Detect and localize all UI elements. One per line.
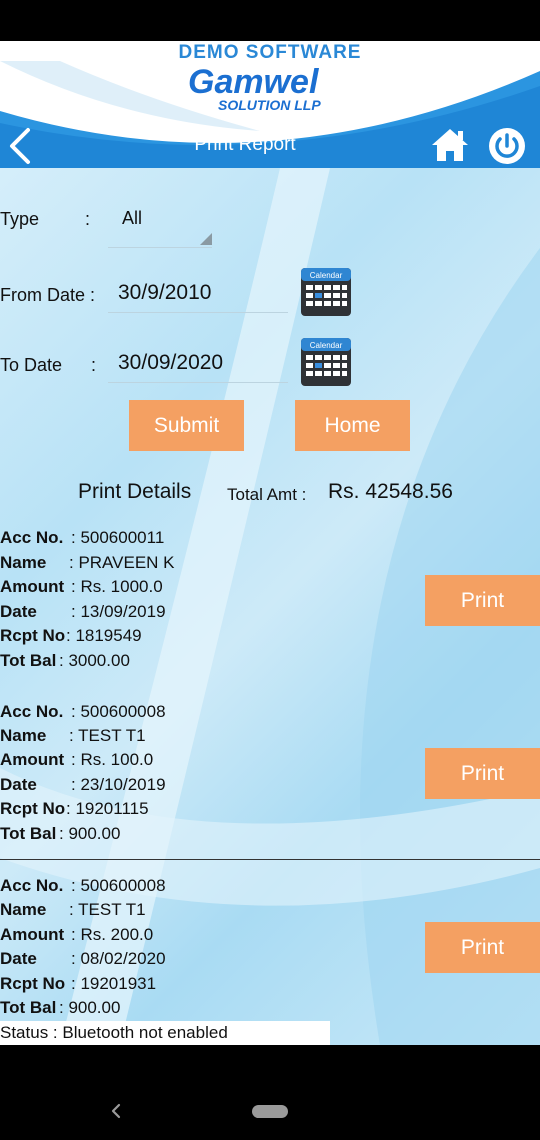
record-acc-row: Acc No. : 500600011 xyxy=(0,528,420,552)
to-calendar-icon[interactable]: Calendar xyxy=(300,336,352,388)
bal-value: : 900.00 xyxy=(59,998,121,1017)
page-title: Print Report xyxy=(194,134,296,155)
app-header: DEMO SOFTWARE Gamwel SOLUTION LLP Print … xyxy=(0,41,540,168)
to-date-label: To Date xyxy=(0,355,63,375)
brand-subtitle: SOLUTION LLP xyxy=(218,97,321,113)
date-key: Date xyxy=(0,949,37,968)
rcpt-key: Rcpt No xyxy=(0,974,66,993)
record-item: Acc No. : 500600008 Name : TEST T1 Amount:… xyxy=(0,876,540,1045)
nav-bar: Print Report xyxy=(0,124,540,168)
name-value: : TEST T1 xyxy=(69,900,146,919)
acc-key: Acc No. xyxy=(0,702,64,721)
acc-key: Acc No. xyxy=(0,876,64,895)
from-calendar-text: Calendar xyxy=(310,271,343,280)
rcpt-value: : 19201115 xyxy=(66,799,149,818)
from-calendar-icon[interactable]: Calendar xyxy=(300,266,352,318)
print-button[interactable]: Print xyxy=(425,748,540,799)
record-rcpt-row: Rcpt No : 19201931 xyxy=(0,974,420,998)
print-button[interactable]: Print xyxy=(425,922,540,973)
type-select[interactable]: All xyxy=(108,203,212,248)
brand-tagline: DEMO SOFTWARE xyxy=(178,42,362,63)
from-date-label: From Date : xyxy=(0,285,96,305)
from-date-field[interactable]: 30/9/2010 xyxy=(108,272,288,313)
home-icon[interactable] xyxy=(430,126,470,164)
record-date-row: Date : 23/10/2019 xyxy=(0,775,420,799)
type-select-value: All xyxy=(122,208,143,228)
to-date-value: 30/09/2020 xyxy=(118,351,224,374)
record-acc-row: Acc No. : 500600008 xyxy=(0,876,420,900)
record-divider xyxy=(0,859,540,860)
date-value: : 23/10/2019 xyxy=(71,775,166,794)
amount-value: : Rs. 100.0 xyxy=(71,750,154,769)
record-date-row: Date : 08/02/2020 xyxy=(0,949,420,973)
record-name-row: Name : TEST T1 xyxy=(0,726,420,750)
rcpt-value: : 1819549 xyxy=(66,626,142,645)
acc-key: Acc No. xyxy=(0,528,64,547)
amount-key: Amount xyxy=(0,925,65,944)
record-amount-row: Amount : Rs. 100.0 xyxy=(0,750,420,774)
system-navigation-bar xyxy=(0,1045,540,1140)
amount-key: Amount xyxy=(0,750,65,769)
dropdown-triangle-icon xyxy=(200,233,212,245)
system-status-bar xyxy=(0,0,540,41)
record-bal-row: Tot Bal: 900.00 xyxy=(0,998,420,1022)
bal-key: Tot Bal xyxy=(0,998,57,1017)
rcpt-key: Rcpt No xyxy=(0,626,66,645)
record-bal-row: Tot Bal: 3000.00 xyxy=(0,651,420,675)
amount-key: Amount xyxy=(0,577,65,596)
rcpt-key: Rcpt No xyxy=(0,799,66,818)
record-amount-row: Amount : Rs. 1000.0 xyxy=(0,577,420,601)
status-message: Status : Bluetooth not enabled xyxy=(0,1021,330,1045)
type-label: Type xyxy=(0,209,40,229)
amount-value: : Rs. 200.0 xyxy=(71,925,154,944)
date-key: Date xyxy=(0,775,37,794)
bal-key: Tot Bal xyxy=(0,651,57,670)
record-name-row: Name : TEST T1 xyxy=(0,900,420,924)
name-key: Name xyxy=(0,726,47,745)
acc-value: : 500600008 xyxy=(71,876,166,895)
total-amount-value: Rs. 42548.56 xyxy=(328,480,453,503)
name-key: Name xyxy=(0,900,47,919)
bal-value: : 3000.00 xyxy=(59,651,130,670)
to-date-field[interactable]: 30/09/2020 xyxy=(108,342,288,383)
total-amount-label: Total Amt : xyxy=(227,485,307,504)
record-acc-row: Acc No. : 500600008 xyxy=(0,702,420,726)
print-button[interactable]: Print xyxy=(425,575,540,626)
name-value: : TEST T1 xyxy=(69,726,146,745)
bal-key: Tot Bal xyxy=(0,824,57,843)
record-bal-row: Tot Bal: 900.00 xyxy=(0,824,420,848)
date-value: : 13/09/2019 xyxy=(71,602,166,621)
power-icon[interactable] xyxy=(487,126,527,166)
to-date-colon: : xyxy=(91,355,97,375)
record-name-row: Name : PRAVEEN K xyxy=(0,553,420,577)
print-details-title: Print Details xyxy=(78,480,192,503)
rcpt-value: : 19201931 xyxy=(71,974,157,993)
acc-value: : 500600011 xyxy=(71,528,165,547)
date-key: Date xyxy=(0,602,37,621)
report-content[interactable]: Type : All From Date : 30/9/2010 Calenda… xyxy=(0,168,540,1045)
acc-value: : 500600008 xyxy=(71,702,166,721)
record-rcpt-row: Rcpt No: 1819549 xyxy=(0,626,420,650)
name-key: Name xyxy=(0,553,47,572)
record-item: Acc No. : 500600011 Name : PRAVEEN K Amoun… xyxy=(0,528,540,698)
record-item: Acc No. : 500600008 Name : TEST T1 Amount:… xyxy=(0,702,540,872)
brand-logo: Gamwel SOLUTION LLP xyxy=(188,63,358,117)
record-rcpt-row: Rcpt No: 19201115 xyxy=(0,799,420,823)
record-date-row: Date : 13/09/2019 xyxy=(0,602,420,626)
record-amount-row: Amount : Rs. 200.0 xyxy=(0,925,420,949)
date-value: : 08/02/2020 xyxy=(71,949,166,968)
type-colon: : xyxy=(85,209,91,229)
bal-value: : 900.00 xyxy=(59,824,121,843)
system-back-icon[interactable] xyxy=(108,1101,124,1121)
system-home-pill[interactable] xyxy=(252,1105,288,1118)
name-value: : PRAVEEN K xyxy=(69,553,175,572)
submit-button[interactable]: Submit xyxy=(129,400,244,451)
from-date-value: 30/9/2010 xyxy=(118,281,212,304)
amount-value: : Rs. 1000.0 xyxy=(71,577,163,596)
to-calendar-text: Calendar xyxy=(310,341,343,350)
home-button[interactable]: Home xyxy=(295,400,410,451)
